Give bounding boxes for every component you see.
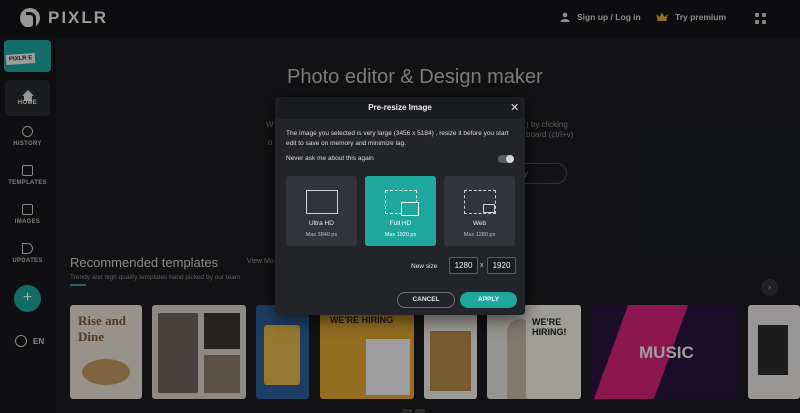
new-size-label: New size (411, 263, 438, 270)
option-ultra-hd[interactable]: Ultra HD Max 3840 px (286, 176, 357, 246)
height-input[interactable]: 1920 (487, 257, 516, 274)
width-input[interactable]: 1280 (449, 257, 478, 274)
dialog-header: Pre-resize Image ✕ (275, 97, 525, 119)
dialog-title: Pre-resize Image (368, 103, 432, 112)
apply-button[interactable]: APPLY (460, 292, 517, 308)
pre-resize-dialog: Pre-resize Image ✕ The image you selecte… (275, 97, 525, 315)
option-full-hd[interactable]: Full HD Max 1920 px (365, 176, 436, 246)
option-subtitle: Max 1920 px (384, 232, 417, 238)
cancel-button[interactable]: CANCEL (397, 292, 455, 308)
option-subtitle: Max 1280 px (463, 232, 496, 238)
ultra-hd-icon (306, 190, 338, 214)
size-separator: x (480, 262, 484, 269)
option-name: Web (472, 220, 487, 227)
option-subtitle: Max 3840 px (305, 232, 338, 238)
close-icon[interactable]: ✕ (510, 101, 519, 114)
full-hd-inner-frame (401, 202, 419, 216)
dialog-message: The image you selected is very large (34… (286, 130, 509, 147)
never-ask-label: Never ask me about this again (286, 155, 374, 162)
option-web[interactable]: Web Max 1280 px (444, 176, 515, 246)
web-inner-frame (483, 204, 495, 213)
option-name: Ultra HD (309, 220, 334, 227)
never-ask-toggle[interactable] (498, 155, 514, 163)
option-name: Full HD (389, 220, 412, 227)
